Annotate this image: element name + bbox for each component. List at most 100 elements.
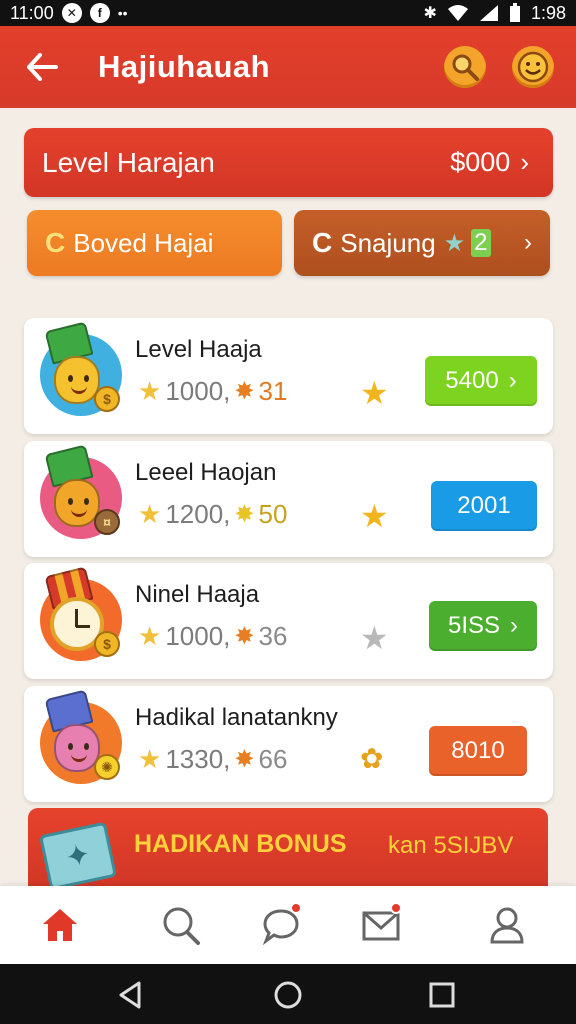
nav-search[interactable] bbox=[158, 902, 204, 948]
wifi-icon bbox=[447, 5, 468, 21]
coin-icon: $ bbox=[94, 386, 120, 412]
item-stats: ★ 1330, ✸ 66 bbox=[138, 744, 287, 775]
bonus-subtitle: kan 5SIJBV bbox=[388, 832, 514, 859]
item-action-label: 2001 bbox=[457, 492, 511, 519]
chevron-right-icon: › bbox=[508, 367, 517, 394]
system-nav-bar bbox=[0, 964, 576, 1024]
nav-chat[interactable] bbox=[258, 902, 304, 948]
coin-icon: ¤ bbox=[94, 509, 120, 535]
star-icon: ★ bbox=[138, 621, 162, 651]
page-title: Hajiuhauah bbox=[98, 49, 271, 84]
signal-icon bbox=[479, 5, 498, 21]
item-stat-b: 66 bbox=[258, 744, 288, 774]
avatar: ¤ bbox=[40, 444, 122, 539]
bow-icon[interactable]: ✿ bbox=[360, 742, 383, 775]
item-title: Leeel Haojan bbox=[135, 459, 277, 486]
list-item[interactable]: ✺ Hadikal lanatankny ★ 1330, ✸ 66 ✿ 8010 bbox=[24, 686, 553, 802]
item-title: Ninel Haaja bbox=[135, 581, 260, 608]
battery-icon bbox=[509, 3, 520, 22]
item-stats: ★ 1000, ✸ 36 bbox=[138, 621, 287, 652]
system-back-button[interactable] bbox=[113, 978, 147, 1012]
bottom-nav bbox=[0, 886, 576, 964]
system-recents-button[interactable] bbox=[425, 978, 459, 1012]
item-stat-a: 1000, bbox=[165, 621, 231, 651]
app-notification-icon: f bbox=[89, 3, 110, 23]
item-action-label: 5400 bbox=[445, 367, 499, 394]
system-home-button[interactable] bbox=[271, 978, 305, 1012]
item-title: Level Haaja bbox=[135, 336, 262, 363]
notification-badge bbox=[290, 902, 302, 914]
item-title: Hadikal lanatankny bbox=[135, 704, 338, 731]
item-action-label: 8010 bbox=[451, 737, 505, 764]
smiley-face-icon bbox=[517, 51, 549, 83]
item-stats: ★ 1200, ✸ 50 bbox=[138, 499, 287, 530]
home-icon bbox=[43, 909, 77, 941]
star-icon: ✸ bbox=[234, 746, 255, 773]
snajung-button-label: Snajung bbox=[340, 227, 436, 258]
status-time-left: 11:00 bbox=[10, 2, 54, 23]
square-recents-icon bbox=[429, 982, 455, 1008]
status-bar: 11:00 ✕ f •• ✱ 1:98 bbox=[0, 0, 576, 26]
search-icon bbox=[163, 907, 200, 945]
back-button[interactable] bbox=[22, 47, 62, 87]
favorite-star-icon[interactable]: ★ bbox=[360, 497, 389, 535]
coin-icon: $ bbox=[94, 631, 120, 657]
chevron-right-icon: › bbox=[510, 612, 519, 639]
magnifier-icon bbox=[452, 54, 479, 81]
bonus-banner[interactable]: ✦ HADIKAN BONUS kan 5SIJBV bbox=[28, 808, 548, 898]
favorite-star-icon[interactable]: ★ bbox=[360, 619, 389, 657]
item-stat-b: 50 bbox=[258, 499, 288, 529]
star-icon: ★ bbox=[138, 744, 162, 774]
avatar: $ bbox=[40, 566, 122, 661]
notification-icon: ✕ bbox=[61, 3, 82, 23]
level-banner-value: $000 bbox=[450, 147, 511, 177]
avatar: ✺ bbox=[40, 689, 122, 784]
list-item[interactable]: ¤ Leeel Haojan ★ 1200, ✸ 50 ★ 2001 bbox=[24, 441, 553, 557]
favorite-star-icon[interactable]: ★ bbox=[360, 374, 389, 412]
more-notifications-icon: •• bbox=[117, 5, 128, 21]
item-stat-a: 1000, bbox=[165, 376, 231, 406]
c-arrow-icon: C bbox=[45, 227, 66, 258]
boved-button[interactable]: C Boved Hajai bbox=[27, 210, 282, 276]
chevron-right-icon: › bbox=[524, 229, 532, 256]
profile-icon bbox=[490, 907, 524, 944]
nav-profile[interactable] bbox=[484, 902, 530, 948]
notification-badge bbox=[390, 902, 402, 914]
item-stats: ★ 1000, ✸ 31 bbox=[138, 376, 287, 407]
search-button[interactable] bbox=[444, 46, 486, 88]
triangle-back-icon bbox=[119, 981, 141, 1009]
item-stat-a: 1330, bbox=[165, 744, 231, 774]
snajung-badge: 2 bbox=[471, 229, 491, 257]
star-icon: ✸ bbox=[234, 501, 255, 528]
avatar: $ bbox=[40, 321, 122, 416]
arrow-left-icon bbox=[27, 53, 58, 81]
item-stat-b: 36 bbox=[258, 621, 288, 651]
c-arrow-icon: C bbox=[312, 227, 333, 258]
app-bar: Hajiuhauah bbox=[0, 26, 576, 108]
item-action-button[interactable]: 8010 bbox=[429, 726, 527, 776]
star-icon: ✸ bbox=[234, 623, 255, 650]
boved-button-label: Boved Hajai bbox=[73, 227, 214, 258]
item-action-button[interactable]: 2001 bbox=[431, 481, 537, 531]
bonus-title: HADIKAN BONUS bbox=[134, 830, 347, 858]
level-banner[interactable]: Level Harajan $000 › bbox=[24, 128, 553, 197]
profile-button[interactable] bbox=[512, 46, 554, 88]
item-action-button[interactable]: 5ISS › bbox=[429, 601, 537, 651]
nav-mail[interactable] bbox=[358, 902, 404, 948]
cash-icon: ✦ bbox=[38, 821, 118, 891]
star-icon: ✸ bbox=[234, 378, 255, 405]
status-time-right: 1:98 bbox=[530, 2, 566, 23]
item-stat-b: 31 bbox=[258, 376, 288, 406]
list-item[interactable]: $ Level Haaja ★ 1000, ✸ 31 ★ 5400 › bbox=[24, 318, 553, 434]
circle-home-icon bbox=[274, 981, 302, 1009]
star-icon: ★ bbox=[443, 229, 466, 257]
item-stat-a: 1200, bbox=[165, 499, 231, 529]
nav-home[interactable] bbox=[37, 902, 83, 948]
vibrate-icon: ✱ bbox=[423, 5, 437, 22]
chevron-right-icon: › bbox=[520, 147, 529, 177]
item-action-button[interactable]: 5400 › bbox=[425, 356, 537, 406]
list-item[interactable]: $ Ninel Haaja ★ 1000, ✸ 36 ★ 5ISS › bbox=[24, 563, 553, 679]
snajung-button[interactable]: C Snajung ★ 2 › bbox=[294, 210, 550, 276]
star-icon: ★ bbox=[138, 376, 162, 406]
level-banner-title: Level Harajan bbox=[42, 146, 215, 178]
